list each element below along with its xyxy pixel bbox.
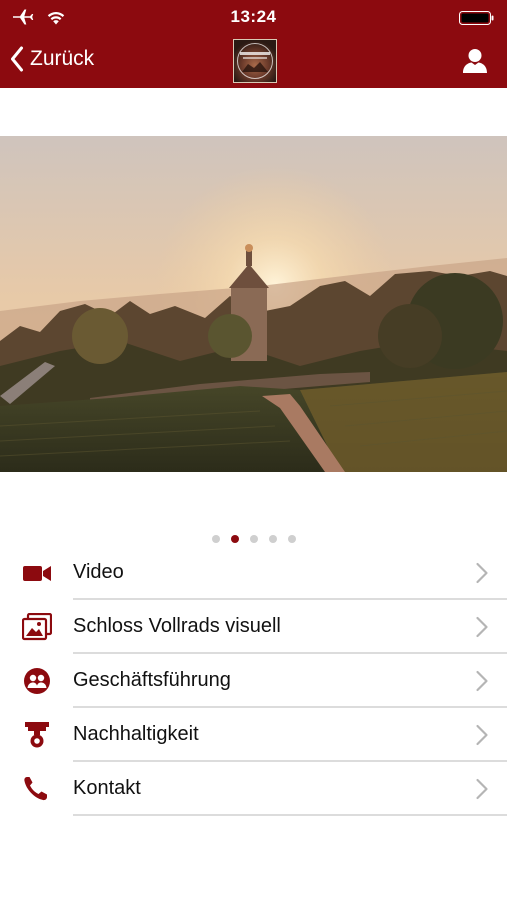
menu-item-kontakt[interactable]: Kontakt xyxy=(0,762,507,816)
header-bar: 13:24 Zurück xyxy=(0,0,507,88)
chevron-right-icon xyxy=(476,778,488,800)
back-label: Zurück xyxy=(30,47,95,70)
menu-item-schloss-vollrads-visuell[interactable]: Schloss Vollrads visuell xyxy=(0,600,507,654)
battery-icon xyxy=(459,11,494,25)
menu-list: Video Schloss Vollrads visuell Geschäfts… xyxy=(0,546,507,816)
chevron-right-icon xyxy=(476,724,488,746)
page-dot-2-active[interactable] xyxy=(230,535,239,543)
logo-castle-graphic xyxy=(240,52,270,72)
menu-item-label: Geschäftsführung xyxy=(73,669,231,691)
chevron-right-icon xyxy=(476,616,488,638)
chevron-left-icon xyxy=(11,46,23,72)
menu-item-nachhaltigkeit[interactable]: Nachhaltigkeit xyxy=(0,708,507,762)
page-dot-4[interactable] xyxy=(268,535,277,543)
menu-item-label: Schloss Vollrads visuell xyxy=(73,615,281,637)
user-icon[interactable] xyxy=(461,47,489,75)
back-button[interactable]: Zurück xyxy=(10,46,94,72)
navigation-bar: Zurück xyxy=(0,34,507,88)
sustainability-icon xyxy=(25,722,49,748)
page-dot-1[interactable] xyxy=(211,535,220,543)
people-icon xyxy=(24,668,50,694)
chevron-right-icon xyxy=(476,562,488,584)
separator xyxy=(73,814,507,816)
phone-icon xyxy=(24,777,47,801)
photo-gallery-icon xyxy=(22,613,52,641)
page-dot-3[interactable] xyxy=(249,535,258,543)
chevron-right-icon xyxy=(476,670,488,692)
status-time: 13:24 xyxy=(230,7,277,26)
video-camera-icon xyxy=(23,566,51,581)
schloss-vollrads-logo xyxy=(233,39,277,83)
hero-carousel-image[interactable] xyxy=(0,136,507,472)
menu-item-label: Video xyxy=(73,561,124,583)
menu-item-label: Nachhaltigkeit xyxy=(73,723,199,745)
page-dot-5[interactable] xyxy=(287,535,296,543)
menu-item-geschaeftsfuehrung[interactable]: Geschäftsführung xyxy=(0,654,507,708)
aerial-vineyard-castle-image xyxy=(0,136,507,472)
carousel-page-indicator xyxy=(0,535,507,543)
menu-item-video[interactable]: Video xyxy=(0,546,507,600)
status-bar: 13:24 xyxy=(0,0,507,34)
app-screen: 13:24 Zurück Video Schloss Vollrads visu… xyxy=(0,0,507,900)
menu-item-label: Kontakt xyxy=(73,777,141,799)
